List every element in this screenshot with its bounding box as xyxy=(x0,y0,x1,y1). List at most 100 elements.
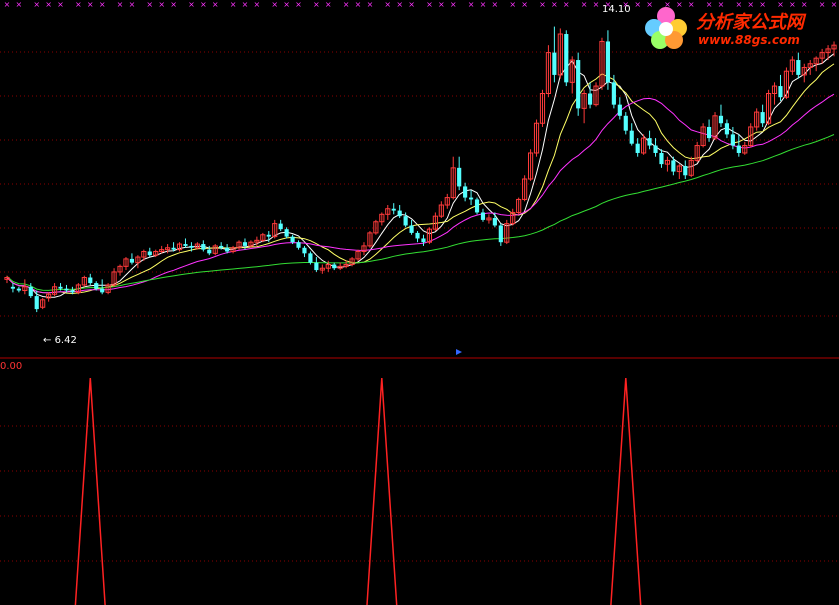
signal-marker-icon: × xyxy=(343,0,350,9)
signal-marker-icon: × xyxy=(283,0,290,9)
candle-body xyxy=(457,167,462,187)
candle-body xyxy=(647,138,652,146)
signal-spike xyxy=(366,377,398,605)
candle-body xyxy=(183,244,188,246)
signal-marker-icon: × xyxy=(254,0,261,9)
ma-line-60 xyxy=(6,134,835,291)
signal-marker-icon: × xyxy=(242,0,249,9)
candle-body xyxy=(129,258,135,263)
stock-chart: × × × × × × × × × × × × × × × × × × × × × × × × × × × × × × × × × × × × × × × ×… xyxy=(0,0,839,605)
candle-body xyxy=(278,223,283,230)
candle-body xyxy=(296,242,301,248)
candle-body xyxy=(219,245,224,248)
signal-marker-icon: × xyxy=(16,0,23,9)
signal-marker-icon: × xyxy=(521,0,528,9)
candle-body xyxy=(94,283,99,289)
candle-body xyxy=(576,60,581,109)
candle-body xyxy=(314,262,319,271)
candle-body xyxy=(492,218,497,226)
signal-marker-icon: × xyxy=(581,0,588,9)
watermark-url: www.88gs.com xyxy=(698,33,800,47)
candle-body xyxy=(474,199,480,213)
candle-body xyxy=(34,296,39,310)
candle-body xyxy=(653,145,658,153)
signal-marker-icon: × xyxy=(492,0,499,9)
candle-body xyxy=(605,41,611,83)
candle-body xyxy=(302,247,307,254)
candle-body xyxy=(421,238,426,243)
signal-marker-icon: × xyxy=(325,0,332,9)
candle-body xyxy=(10,286,16,289)
signal-marker-icon: × xyxy=(75,0,82,9)
candle-body xyxy=(468,197,474,200)
candle-body xyxy=(225,247,230,252)
signal-marker-icon: × xyxy=(129,0,136,9)
candle-body xyxy=(58,286,63,289)
candle-body xyxy=(308,253,313,263)
signal-marker-icon: × xyxy=(170,0,177,9)
candle-body xyxy=(611,82,616,105)
candle-body xyxy=(201,244,206,250)
flower-icon xyxy=(645,7,687,49)
candle-body xyxy=(64,288,69,291)
candle-body xyxy=(409,225,414,233)
signal-marker-icon: × xyxy=(367,0,374,9)
candle-body xyxy=(683,165,688,176)
candle-body xyxy=(706,126,712,139)
signal-marker-icon: × xyxy=(563,0,570,9)
signal-marker-icon: × xyxy=(57,0,64,9)
signal-marker-icon: × xyxy=(212,0,219,9)
candle-body xyxy=(617,104,622,116)
candle-body xyxy=(415,232,420,239)
candle-body xyxy=(391,208,396,211)
signal-marker-icon: × xyxy=(396,0,403,9)
candle-body xyxy=(290,236,295,243)
candle-body xyxy=(480,212,486,220)
signal-marker-icon: × xyxy=(188,0,195,9)
signal-marker-icon: × xyxy=(408,0,415,9)
signal-marker-icon: × xyxy=(117,0,124,9)
signal-marker-icon: × xyxy=(200,0,207,9)
signal-marker-icon: × xyxy=(450,0,457,9)
candle-body xyxy=(730,134,735,146)
signal-marker-icon: × xyxy=(33,0,40,9)
signal-marker-icon: × xyxy=(509,0,516,9)
signal-spike xyxy=(74,377,106,605)
signal-marker-icon: × xyxy=(4,0,11,9)
watermark-title: 分析家公式网 xyxy=(696,12,804,33)
candle-body xyxy=(332,264,337,269)
ma-line-20 xyxy=(6,93,835,294)
candle-body xyxy=(88,277,93,284)
candle-body xyxy=(242,242,248,246)
candle-body xyxy=(147,251,152,256)
candle-body xyxy=(266,234,271,237)
candle-body xyxy=(403,216,408,226)
signal-marker-icon: × xyxy=(551,0,558,9)
signal-marker-icon: × xyxy=(480,0,487,9)
scroll-arrow-icon[interactable] xyxy=(456,349,462,355)
candle-body xyxy=(498,225,503,243)
signal-marker-icon: × xyxy=(146,0,153,9)
signal-marker-icon: × xyxy=(271,0,278,9)
signal-marker-icon: × xyxy=(45,0,52,9)
candle-body xyxy=(671,160,676,172)
candle-body xyxy=(28,286,33,297)
signal-marker-icon: × xyxy=(295,0,302,9)
candle-body xyxy=(171,247,176,250)
candle-body xyxy=(397,210,402,217)
candle-body xyxy=(189,245,194,248)
indicator-zero-label: 0.00 xyxy=(0,361,23,372)
candle-body xyxy=(587,93,593,105)
signal-marker-icon: × xyxy=(87,0,94,9)
candle-body xyxy=(635,143,640,153)
candle-body xyxy=(718,115,724,124)
signal-marker-icon: × xyxy=(468,0,475,9)
candle-body xyxy=(552,52,557,75)
signal-marker-icon: × xyxy=(99,0,106,9)
candle-body xyxy=(16,288,21,291)
candle-body xyxy=(778,86,783,98)
candle-body xyxy=(724,123,730,135)
candle-body xyxy=(736,145,741,153)
candle-body xyxy=(207,249,212,254)
candle-body xyxy=(463,186,468,198)
